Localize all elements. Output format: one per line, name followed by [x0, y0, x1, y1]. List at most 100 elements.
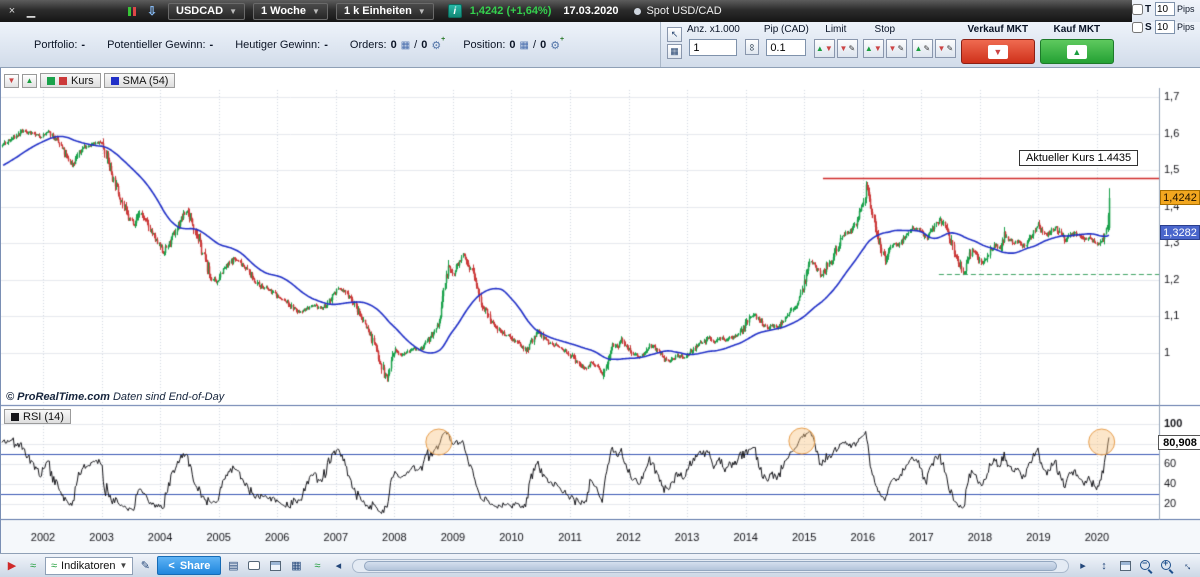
autoscale-icon[interactable]: ↕: [1095, 557, 1113, 575]
link-icon[interactable]: ∞: [745, 39, 759, 55]
chart-scrollbar[interactable]: [352, 559, 1069, 573]
position-list-icon[interactable]: ▦: [520, 40, 529, 51]
indicators-label: Indikatoren: [61, 560, 115, 572]
chevron-down-icon: ▼: [229, 7, 237, 16]
units-label: 1 k Einheiten: [344, 5, 412, 17]
order-down-button[interactable]: ▼✎: [935, 39, 956, 58]
pip-input[interactable]: [766, 39, 806, 56]
stop-row: S Pips: [1132, 20, 1198, 34]
data-connection-icon[interactable]: ⇩: [144, 4, 160, 19]
chevron-down-icon: ▼: [119, 561, 127, 570]
chevron-down-icon: ▼: [418, 7, 426, 16]
buy-marker-icon[interactable]: ▲: [22, 74, 37, 88]
info-icon[interactable]: i: [448, 4, 462, 18]
stop-buy-button[interactable]: ▲▼: [863, 39, 884, 58]
last-price-badge: 1,4242: [1160, 190, 1200, 205]
pointer-tool-icon[interactable]: ↖: [667, 27, 682, 42]
indicator-icon: ≈: [51, 560, 57, 572]
stop-loss-checkbox[interactable]: [1132, 22, 1143, 33]
scroll-left-button[interactable]: ◂: [329, 557, 347, 575]
prt-logo-icon[interactable]: ▶: [3, 557, 21, 575]
sell-marker-icon[interactable]: ▼: [4, 74, 19, 88]
limit-sell-button[interactable]: ▼✎: [837, 39, 858, 58]
sma-legend[interactable]: SMA (54): [104, 73, 176, 88]
timeframe-label: 1 Woche: [261, 5, 306, 17]
price-legend-label: Kurs: [71, 75, 94, 87]
order-template-group: ▲✎ ▼✎: [912, 24, 956, 58]
chevron-down-icon: ▼: [312, 7, 320, 16]
scrollbar-thumb[interactable]: [364, 561, 1057, 571]
chart-type-icon[interactable]: ≈: [24, 557, 42, 575]
share-label: Share: [180, 560, 211, 572]
comment-icon[interactable]: [245, 557, 263, 575]
last-price-text: 1,4242: [470, 5, 504, 17]
scroll-right-button[interactable]: ▸: [1074, 557, 1092, 575]
change-percent-text: (+1,64%): [506, 5, 551, 17]
draw-tool-icon[interactable]: ✎: [136, 557, 154, 575]
order-up-button[interactable]: ▲✎: [912, 39, 933, 58]
sell-market-label: Verkauf MKT: [968, 24, 1029, 36]
indicators-dropdown[interactable]: ≈ Indikatoren ▼: [45, 557, 133, 575]
quantity-label: Anz. x1.000: [687, 24, 740, 36]
new-chart-icon[interactable]: ≈: [308, 557, 326, 575]
orders-field: Orders:0 ▦ /0 ⚙+: [350, 39, 441, 52]
chart-region: ▼ ▲ Kurs SMA (54) RSI (14) © ProRealTime…: [0, 68, 1200, 553]
quantity-input[interactable]: [689, 39, 737, 56]
stop-label-letter: S: [1145, 22, 1153, 33]
price-legend[interactable]: Kurs: [40, 73, 101, 88]
close-icon[interactable]: ×: [5, 5, 19, 17]
zoom-in-button[interactable]: +: [1158, 557, 1176, 575]
sma-color-swatch: [111, 77, 119, 85]
potential-gain-field: Potentieller Gewinn:-: [107, 39, 213, 51]
position-settings-icon[interactable]: ⚙+: [550, 39, 560, 52]
position-field: Position:0 ▦ /0 ⚙+: [463, 39, 560, 52]
stop-pips-input[interactable]: [1155, 20, 1175, 34]
export-icon[interactable]: ▦: [287, 557, 305, 575]
zoom-out-button[interactable]: −: [1137, 557, 1155, 575]
calendar-icon[interactable]: [266, 557, 284, 575]
sell-market-group: Verkauf MKT ▼: [961, 24, 1035, 64]
candlestick-style-icon[interactable]: [124, 4, 140, 19]
last-price-change: 1,4242 (+1,64%): [470, 5, 552, 17]
chart-window-icon[interactable]: ▤: [224, 557, 242, 575]
rsi-value-badge: 80,908: [1158, 435, 1200, 450]
stop-label: Stop: [875, 24, 896, 36]
orders-settings-icon[interactable]: ⚙+: [431, 39, 441, 52]
feed-label: Spot USD/CAD: [646, 5, 721, 17]
orders-list-icon[interactable]: ▦: [401, 40, 410, 51]
minimize-icon[interactable]: ▁: [24, 5, 38, 18]
trailing-stop-panel: T Pips S Pips: [1132, 2, 1198, 34]
rsi-legend-label: RSI (14): [23, 411, 64, 423]
limit-buy-button[interactable]: ▲▼: [814, 39, 835, 58]
trailing-stop-checkbox[interactable]: [1132, 4, 1143, 15]
chart-canvas[interactable]: [1, 68, 1200, 553]
quote-date: 17.03.2020: [563, 5, 618, 17]
copyright-note: © ProRealTime.com Daten sind End-of-Day: [6, 391, 224, 403]
sell-market-button[interactable]: ▼: [961, 39, 1035, 64]
instrument-dropdown[interactable]: USDCAD ▼: [168, 3, 245, 20]
sma-legend-label: SMA (54): [123, 75, 169, 87]
pip-label: Pip (CAD): [764, 24, 809, 36]
rsi-legend[interactable]: RSI (14): [4, 409, 71, 424]
stop-sell-button[interactable]: ▼✎: [886, 39, 907, 58]
bottom-toolbar: ▶ ≈ ≈ Indikatoren ▼ ✎ < Share ▤ ▦ ≈ ◂ ▸ …: [0, 553, 1200, 577]
units-dropdown[interactable]: 1 k Einheiten ▼: [336, 3, 434, 20]
timeframe-dropdown[interactable]: 1 Woche ▼: [253, 3, 328, 20]
buy-market-button[interactable]: ▲: [1040, 39, 1114, 64]
order-grid-icon[interactable]: ▦: [667, 44, 682, 59]
share-button[interactable]: < Share: [157, 556, 221, 575]
portfolio-field: Portfolio:-: [34, 39, 85, 51]
buy-market-group: Kauf MKT ▲: [1040, 24, 1114, 64]
trailing-row: T Pips: [1132, 2, 1198, 16]
share-icon: <: [168, 560, 174, 572]
pips-label: Pips: [1177, 4, 1195, 14]
rsi-color-swatch: [11, 413, 19, 421]
price-tooltip: Aktueller Kurs 1.4435: [1019, 150, 1138, 166]
fullscreen-button[interactable]: ↔: [1179, 557, 1197, 575]
trading-toolbar: Portfolio:- Potentieller Gewinn:- Heutig…: [0, 22, 1200, 68]
stop-group: Stop ▲▼ ▼✎: [863, 24, 907, 58]
trailing-pips-input[interactable]: [1155, 2, 1175, 16]
sma-value-badge: 1,3282: [1160, 225, 1200, 240]
buy-arrow-icon: ▲: [1067, 45, 1087, 59]
date-range-icon[interactable]: [1116, 557, 1134, 575]
